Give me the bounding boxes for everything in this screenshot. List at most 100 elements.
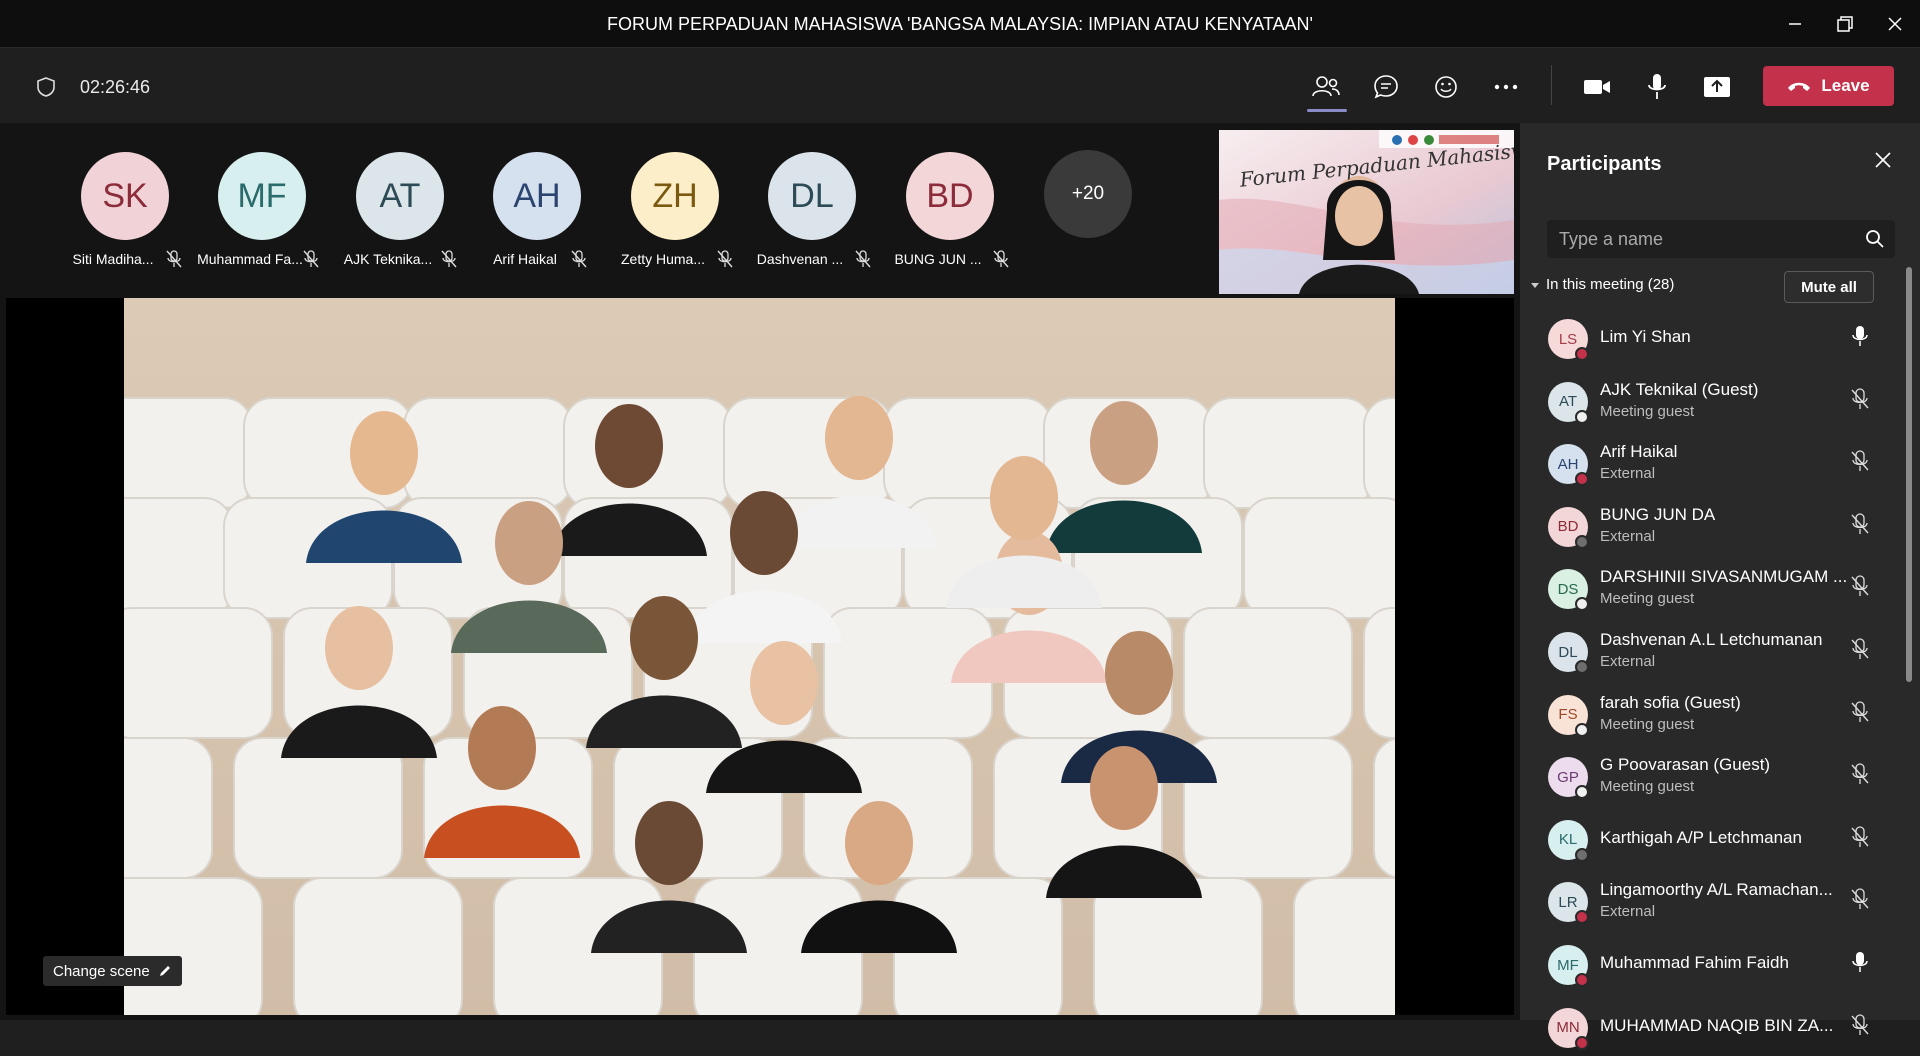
chat-icon [1374,75,1398,99]
auditorium-image [124,396,1395,1015]
participant-name: Lingamoorthy A/L Ramachan... [1600,880,1833,900]
presence-status-icon [1575,973,1589,987]
presence-status-icon [1575,472,1589,487]
participant-avatar-name: Siti Madiha... [72,251,154,267]
participant-row[interactable]: DS DARSHINII SIVASANMUGAM ... Meeting gues… [1520,557,1892,617]
restore-button[interactable] [1830,10,1860,38]
share-screen-button[interactable] [1697,67,1737,107]
participant-row[interactable]: MF Muhammad Fahim Faidh [1520,933,1892,993]
participant-row[interactable]: BD BUNG JUN DA External [1520,495,1892,555]
reactions-icon [1435,76,1457,98]
more-participants-button[interactable]: +20 [1044,150,1132,238]
share-icon [1704,77,1730,97]
microphone-icon[interactable] [1850,325,1870,347]
presence-status-icon [1575,722,1589,737]
leave-button[interactable]: Leave [1763,66,1894,106]
participant-row[interactable]: DL Dashvenan A.L Letchumanan External [1520,620,1892,680]
participant-row[interactable]: FS farah sofia (Guest) Meeting guest [1520,683,1892,743]
participant-name: DARSHINII SIVASANMUGAM ... [1600,567,1848,587]
mic-off-icon [717,250,733,268]
search-input[interactable] [1559,220,1859,258]
search-icon[interactable] [1865,229,1885,249]
participant-name: Muhammad Fahim Faidh [1600,953,1789,972]
mic-off-icon[interactable] [1850,700,1870,723]
participant-avatar[interactable]: DL [768,152,856,240]
participant-avatar[interactable]: SK [81,152,169,240]
mic-off-icon [993,250,1009,268]
participant-avatar[interactable]: BD [906,152,994,240]
shield-icon [37,77,55,97]
participant-row[interactable]: AT AJK Teknikal (Guest) Meeting guest [1520,370,1892,430]
participant-name: Arif Haikal [1600,442,1678,462]
participant-name: Karthigah A/P Letchmanan [1600,827,1802,847]
show-participants-button[interactable] [1306,67,1346,107]
participant-row[interactable]: GP G Poovarasan (Guest) Meeting guest [1520,745,1892,805]
chevron-down-icon [1531,282,1539,288]
microphone-button[interactable] [1637,67,1677,107]
participant-name: MUHAMMAD NAQIB BIN ZA... [1600,1015,1834,1035]
microphone-icon [1648,74,1666,99]
together-mode-scene [124,298,1395,1015]
show-chat-button[interactable] [1366,67,1406,107]
mic-off-icon[interactable] [1850,513,1870,535]
participant-avatar[interactable]: MF [218,152,306,240]
participants-panel: Participants In this meeting (28) Mute a… [1520,123,1920,1050]
window-title: FORUM PERPADUAN MAHASISWA 'BANGSA MALAYS… [606,14,1313,34]
mic-off-icon [571,250,587,268]
presence-status-icon [1575,534,1589,549]
participant-row[interactable]: MN MUHAMMAD NAQIB BIN ZA... [1520,996,1892,1056]
mic-off-icon [303,250,319,268]
together-mode-video [6,298,1514,1015]
participant-avatar[interactable]: AT [356,152,444,240]
participant-role: External [1600,527,1656,545]
close-panel-button[interactable] [1874,151,1892,174]
pencil-icon [159,966,170,976]
panel-scrollbar[interactable] [1906,267,1912,682]
self-view-video[interactable]: Forum Perpaduan Mahasiswa [1219,130,1514,294]
participant-row[interactable]: LR Lingamoorthy A/L Ramachan... External [1520,870,1892,930]
participant-row[interactable]: LS Lim Yi Shan [1520,307,1892,367]
mic-off-icon[interactable] [1850,888,1870,910]
participant-avatar-name: AJK Teknika... [343,251,433,267]
participant-role: Meeting guest [1600,402,1695,420]
mic-off-icon[interactable] [1850,763,1870,785]
mic-off-icon [441,250,457,268]
raise-hand-button[interactable] [1426,67,1466,107]
meeting-toolbar: 02:26:46 Leave [0,49,1920,123]
participant-role: External [1600,465,1656,483]
mic-off-icon[interactable] [1850,1013,1870,1036]
participant-avatar-name: Arif Haikal [493,251,557,267]
mic-off-icon[interactable] [1850,826,1870,848]
participant-search [1547,220,1895,258]
participant-avatar[interactable]: AH [493,152,581,240]
camera-button[interactable] [1577,67,1617,107]
participant-avatar-name: Muhammad Fa... [197,251,303,267]
mute-all-button[interactable]: Mute all [1784,271,1874,303]
participant-row[interactable]: AH Arif Haikal External [1520,432,1892,492]
mic-off-icon[interactable] [1850,638,1870,660]
participant-name: Dashvenan A.L Letchumanan [1600,630,1823,649]
microphone-icon[interactable] [1850,951,1870,973]
title-bar: FORUM PERPADUAN MAHASISWA 'BANGSA MALAYS… [0,0,1920,48]
participant-role: External [1600,653,1656,670]
minimize-button[interactable] [1780,10,1810,38]
more-icon [1494,84,1518,90]
change-scene-button[interactable]: Change scene [43,956,182,986]
participant-name: G Poovarasan (Guest) [1600,755,1771,775]
presence-status-icon [1575,847,1589,862]
participant-name: AJK Teknikal (Guest) [1600,379,1759,399]
mic-off-icon [855,250,871,268]
participant-row[interactable]: KL Karthigah A/P Letchmanan [1520,808,1892,868]
close-window-button[interactable] [1880,10,1910,38]
participant-avatar-name: Dashvenan ... [756,251,844,267]
presence-status-icon [1575,910,1589,925]
in-meeting-section-toggle[interactable]: In this meeting (28) [1530,276,1674,293]
mic-off-icon[interactable] [1850,575,1870,597]
participant-avatar[interactable]: ZH [631,152,719,240]
presence-status-icon [1575,347,1589,361]
change-scene-label: Change scene [53,962,150,980]
mic-off-icon[interactable] [1850,387,1870,410]
leave-label: Leave [1821,76,1870,95]
more-actions-button[interactable] [1486,67,1526,107]
mic-off-icon[interactable] [1850,450,1870,472]
